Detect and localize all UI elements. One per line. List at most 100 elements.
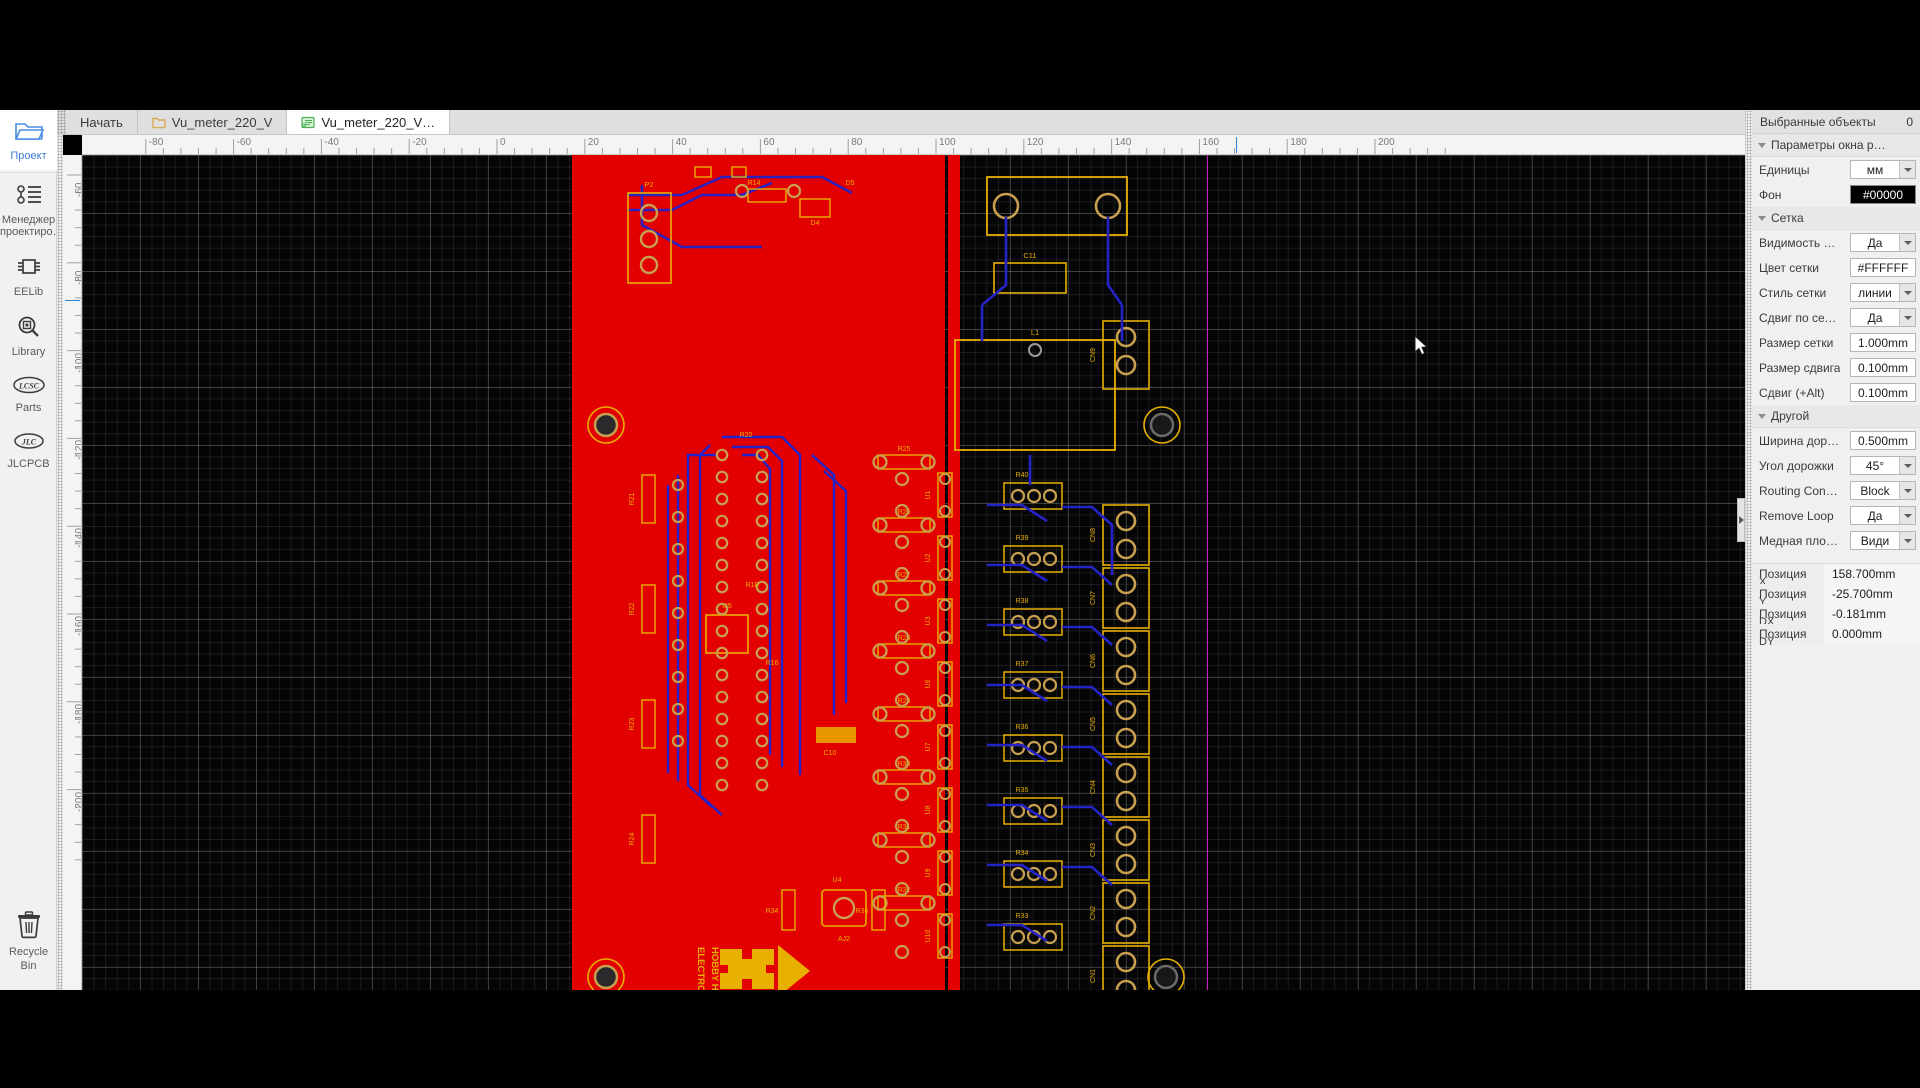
tabstrip-grip[interactable] [57,110,66,134]
chevron-down-icon [1758,414,1766,419]
pcb-canvas[interactable]: U5 P2 [82,155,1745,990]
property-select[interactable]: Да [1850,506,1916,525]
tab-label-project: Vu_meter_220_V [172,115,273,130]
designator-r34: R34 [1016,850,1029,857]
property-input[interactable]: 0.100mm [1850,358,1916,377]
designator-r23: R23 [629,717,636,730]
rail-divider [0,172,56,173]
designator-u1: U1 [925,490,932,499]
designator-cn1: CN1 [1090,969,1097,983]
property-row: Сдвиг (+Alt)0.100mm [1752,380,1920,405]
sidebar-item-eelib[interactable]: EELib [0,246,57,306]
designator-p2: P2 [644,180,653,189]
sidebar-item-jlcpcb[interactable]: JLC JLCPCB [0,422,57,478]
sidebar-item-label-project: Проект [0,151,57,162]
horizontal-ruler[interactable]: -80-60-40-20020406080100120140160180200 [82,135,1920,155]
property-label: Сдвиг по сетке [1759,311,1841,325]
property-label: Routing Conflict [1759,484,1841,498]
chevron-down-icon[interactable] [1899,161,1915,178]
property-select[interactable]: Да [1850,308,1916,327]
tab-start[interactable]: Начать [66,110,138,134]
ruler-label-x: 40 [676,137,687,148]
panel-collapse-handle[interactable] [1737,498,1745,542]
designator-r21: R21 [629,492,636,505]
sidebar-item-project[interactable]: Проект [0,110,57,170]
chevron-down-icon[interactable] [1899,457,1915,474]
panel-section-header[interactable]: Другой [1752,405,1920,428]
properties-panel: Выбранные объекты 0 Параметры окна р…Еди… [1745,110,1920,990]
sidebar-item-project-manager[interactable]: Менеджер проектиро… [0,175,57,246]
property-row: Routing Conflict Block [1752,478,1920,503]
designator-r36: R36 [1016,724,1029,731]
designator-l1: L1 [1031,328,1039,337]
ruler-label-y: -100 [74,353,82,373]
chevron-down-icon[interactable] [1899,482,1915,499]
recycle-bin-item[interactable]: Recycle Bin [0,911,57,972]
property-input[interactable]: #FFFFFF [1850,258,1916,277]
property-value: мм [1851,161,1899,178]
sidebar-item-parts[interactable]: LCSC Parts [0,366,57,422]
property-select[interactable]: Да [1850,233,1916,252]
project-manager-icon [15,184,43,211]
designator-u3: U3 [925,616,932,625]
property-select[interactable]: Block [1850,481,1916,500]
property-row: Размер сдвига0.100mm [1752,355,1920,380]
designator-r33: R33 [1016,913,1029,920]
chevron-down-icon[interactable] [1899,309,1915,326]
chevron-down-icon[interactable] [1899,532,1915,549]
sidebar-item-label-library: Library [0,347,57,358]
ruler-label-y: -200 [74,792,82,812]
ruler-label-x: 100 [939,137,956,148]
designator-r38: R38 [1016,598,1029,605]
chevron-down-icon[interactable] [1899,234,1915,251]
bottom-black-band [0,990,1920,1088]
vertical-ruler[interactable]: -60-80-100-120-140-160-180-200 [63,155,82,990]
property-label: Remove Loop [1759,509,1834,523]
chevron-down-icon [1758,216,1766,221]
property-input[interactable]: 0.500mm [1850,431,1916,450]
sidebar-item-library[interactable]: Library [0,306,57,366]
property-select[interactable]: линии [1850,283,1916,302]
easyeda-window: Проект Менеджер проектиро… [0,0,1920,1088]
panel-section-header[interactable]: Параметры окна р… [1752,134,1920,157]
position-row: ПозицияY-25.700mm [1752,584,1920,604]
ruler-label-x: 0 [500,137,506,148]
tab-project-vu-meter[interactable]: Vu_meter_220_V [138,110,288,134]
property-row: Ширина дор…0.500mm [1752,428,1920,453]
panel-section-header[interactable]: Сетка [1752,207,1920,230]
designator-cn9: CN9 [1090,348,1097,362]
ruler-label-x: 160 [1202,137,1219,148]
property-value: 0.500mm [1851,432,1915,449]
property-input[interactable]: 0.100mm [1850,383,1916,402]
panel-gap [1752,553,1920,563]
designator-u7: U7 [925,742,932,751]
ruler-label-x: -40 [324,137,338,148]
designator-cn5: CN5 [1090,717,1097,731]
property-value: 1.000mm [1851,334,1915,351]
designator-u10: U10 [925,929,932,942]
designator-r35: R35 [1016,787,1029,794]
chevron-down-icon[interactable] [1899,507,1915,524]
ruler-label-x: 80 [851,137,862,148]
chevron-down-icon[interactable] [1899,284,1915,301]
property-input[interactable]: #00000 [1850,185,1916,204]
property-label: Фон [1759,188,1781,202]
property-row: Медная пло…Види [1752,528,1920,553]
designator-r18: R18 [746,582,759,589]
position-value: -0.181mm [1824,604,1920,624]
property-select[interactable]: Види [1850,531,1916,550]
ruler-label-y: -60 [74,183,82,197]
property-input[interactable]: 1.000mm [1850,333,1916,352]
panel-section-title: Другой [1771,409,1809,423]
ruler-label-y: -160 [74,616,82,636]
tab-pcb-document[interactable]: Vu_meter_220_V… [287,110,450,134]
designator-cn4: CN4 [1090,780,1097,794]
property-select[interactable]: мм [1850,160,1916,179]
left-icon-rail: Проект Менеджер проектиро… [0,110,57,990]
designator-r40: R40 [1016,472,1029,479]
property-label: Видимость с… [1759,236,1841,250]
designator-r16: R16 [766,660,779,667]
cn-terminal-blocks: CN9CN8CN7CN6CN5CN4CN3CN2CN1 [1090,321,1149,990]
property-select[interactable]: 45° [1850,456,1916,475]
property-value: 45° [1851,457,1899,474]
